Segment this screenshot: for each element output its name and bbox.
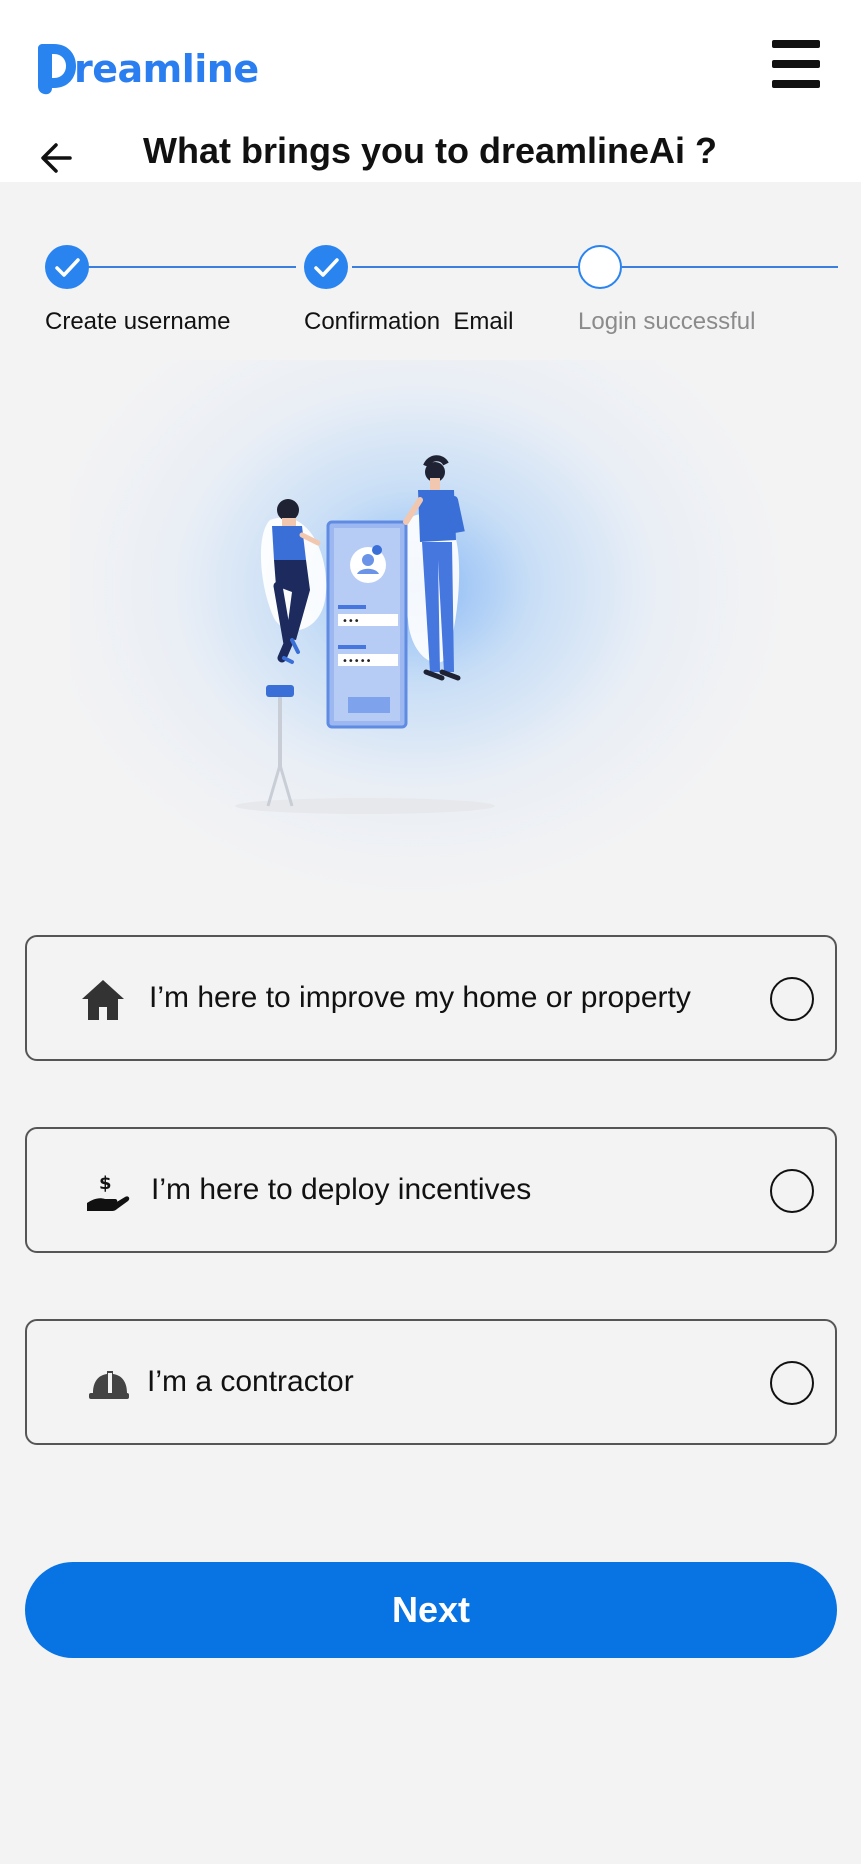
radio-button[interactable] xyxy=(770,1169,814,1213)
step-3-label: Login successful xyxy=(578,308,756,335)
people-with-phone-illustration: ••• ••••• xyxy=(235,455,495,814)
stepper-line-3 xyxy=(622,266,838,268)
step-1-check-icon xyxy=(45,245,89,289)
login-illustration: ••• ••••• xyxy=(70,360,790,900)
stepper-line-2 xyxy=(352,266,578,268)
page-title: What brings you to dreamlineAi ? xyxy=(143,130,718,171)
step-3-circle-icon xyxy=(578,245,622,289)
next-button[interactable]: Next xyxy=(25,1562,837,1658)
hamburger-menu-icon[interactable] xyxy=(770,38,822,90)
svg-text:$: $ xyxy=(99,1173,112,1194)
house-icon xyxy=(82,980,124,1020)
progress-stepper: Create username Confirmation Email Login… xyxy=(0,238,861,348)
option-label: I’m here to improve my home or property xyxy=(149,981,691,1014)
option-label: I’m a contractor xyxy=(147,1365,354,1398)
logo-text: reamline xyxy=(74,47,259,91)
step-1-label: Create username xyxy=(45,308,231,335)
top-bar: reamline What brings you to dreamlineAi … xyxy=(0,0,861,182)
hand-dollar-icon: $ xyxy=(87,1173,130,1211)
hard-hat-icon xyxy=(89,1371,129,1399)
svg-text:•••••: ••••• xyxy=(342,656,372,667)
svg-text:•••: ••• xyxy=(342,616,360,627)
radio-button[interactable] xyxy=(770,977,814,1021)
option-improve-home[interactable]: I’m here to improve my home or property xyxy=(25,935,837,1061)
radio-button[interactable] xyxy=(770,1361,814,1405)
arrow-left-icon[interactable] xyxy=(36,138,76,178)
stepper-line-1 xyxy=(88,266,296,268)
step-2-check-icon xyxy=(304,245,348,289)
option-contractor[interactable]: I’m a contractor xyxy=(25,1319,837,1445)
option-deploy-incentives[interactable]: $ I’m here to deploy incentives xyxy=(25,1127,837,1253)
step-2-label: Confirmation Email xyxy=(304,308,514,335)
dreamline-logo[interactable]: reamline xyxy=(34,26,259,96)
option-label: I’m here to deploy incentives xyxy=(151,1173,532,1206)
